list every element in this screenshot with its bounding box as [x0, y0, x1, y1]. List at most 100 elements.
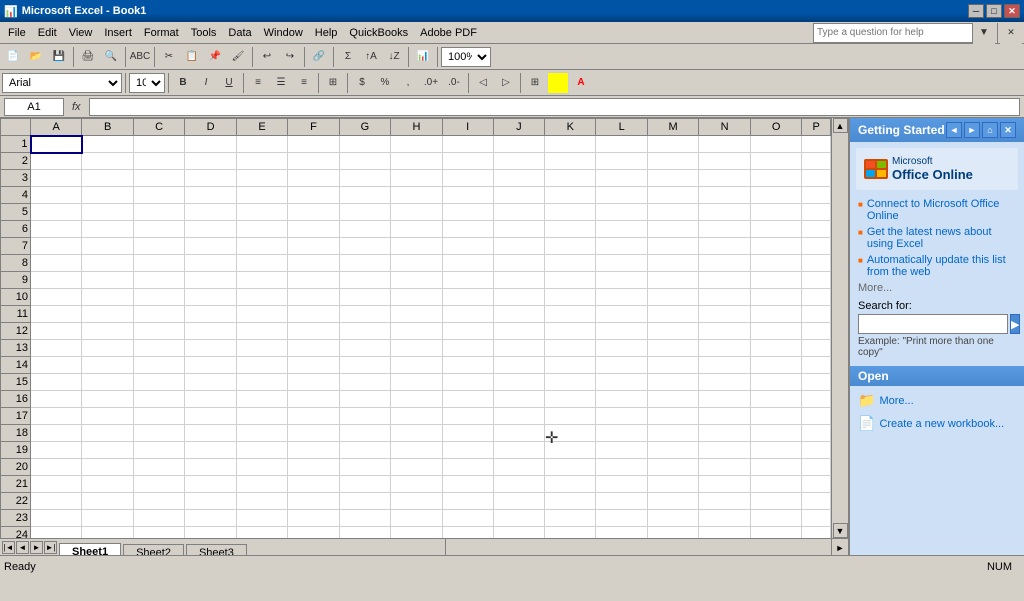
cell-I11[interactable]: [442, 306, 493, 323]
cell-E24[interactable]: [236, 527, 287, 539]
cell-O17[interactable]: [750, 408, 802, 425]
sheet-tab-2[interactable]: Sheet2: [123, 544, 184, 555]
cell-I14[interactable]: [442, 357, 493, 374]
cell-E12[interactable]: [236, 323, 287, 340]
cell-E6[interactable]: [236, 221, 287, 238]
cell-B7[interactable]: [82, 238, 133, 255]
cell-K1[interactable]: [545, 136, 596, 153]
cell-M9[interactable]: [647, 272, 699, 289]
cell-O15[interactable]: [750, 374, 802, 391]
cell-P15[interactable]: [802, 374, 831, 391]
sort-asc-btn[interactable]: ↑A: [360, 46, 382, 68]
col-header-C[interactable]: C: [133, 119, 184, 136]
cut-btn[interactable]: ✂: [158, 46, 180, 68]
formula-input[interactable]: [89, 98, 1020, 116]
cell-L3[interactable]: [596, 170, 647, 187]
cell-J22[interactable]: [493, 493, 544, 510]
cell-B10[interactable]: [82, 289, 133, 306]
cell-H21[interactable]: [391, 476, 442, 493]
cell-N1[interactable]: [699, 136, 750, 153]
cell-N22[interactable]: [699, 493, 750, 510]
cell-A23[interactable]: [31, 510, 82, 527]
cell-A6[interactable]: [31, 221, 82, 238]
cell-O14[interactable]: [750, 357, 802, 374]
cell-H24[interactable]: [391, 527, 442, 539]
cell-D17[interactable]: [185, 408, 236, 425]
cell-K7[interactable]: [545, 238, 596, 255]
cell-C24[interactable]: [133, 527, 184, 539]
cell-N2[interactable]: [699, 153, 750, 170]
cell-I8[interactable]: [442, 255, 493, 272]
cell-K20[interactable]: [545, 459, 596, 476]
cell-G2[interactable]: [339, 153, 391, 170]
sort-desc-btn[interactable]: ↓Z: [383, 46, 405, 68]
cell-N9[interactable]: [699, 272, 750, 289]
col-header-F[interactable]: F: [288, 119, 339, 136]
cell-O20[interactable]: [750, 459, 802, 476]
cell-M12[interactable]: [647, 323, 699, 340]
cell-E20[interactable]: [236, 459, 287, 476]
cell-B18[interactable]: [82, 425, 133, 442]
cell-P22[interactable]: [802, 493, 831, 510]
cell-reference-input[interactable]: [4, 98, 64, 116]
panel-link-2[interactable]: ■ Get the latest news about using Excel: [858, 226, 1016, 250]
currency-btn[interactable]: $: [351, 72, 373, 94]
panel-more-link[interactable]: More...: [850, 280, 1024, 296]
cell-H10[interactable]: [391, 289, 442, 306]
cell-B13[interactable]: [82, 340, 133, 357]
panel-back-btn[interactable]: ◄: [946, 122, 962, 138]
cell-G5[interactable]: [339, 204, 391, 221]
cell-K24[interactable]: [545, 527, 596, 539]
indent-increase-btn[interactable]: ▷: [495, 72, 517, 94]
cell-B5[interactable]: [82, 204, 133, 221]
tab-first-btn[interactable]: |◄: [2, 541, 15, 554]
cell-C9[interactable]: [133, 272, 184, 289]
cell-A9[interactable]: [31, 272, 82, 289]
cell-L14[interactable]: [596, 357, 647, 374]
spell-btn[interactable]: ABC: [129, 46, 151, 68]
cell-B9[interactable]: [82, 272, 133, 289]
cell-A16[interactable]: [31, 391, 82, 408]
cell-D15[interactable]: [185, 374, 236, 391]
cell-D12[interactable]: [185, 323, 236, 340]
row-header-9[interactable]: 9: [1, 272, 31, 289]
align-left-btn[interactable]: ≡: [247, 72, 269, 94]
cell-J24[interactable]: [493, 527, 544, 539]
cell-A12[interactable]: [31, 323, 82, 340]
cell-G19[interactable]: [339, 442, 391, 459]
print-preview-btn[interactable]: 🔍: [100, 46, 122, 68]
row-header-23[interactable]: 23: [1, 510, 31, 527]
cell-K21[interactable]: [545, 476, 596, 493]
cell-E16[interactable]: [236, 391, 287, 408]
cell-H6[interactable]: [391, 221, 442, 238]
cell-G8[interactable]: [339, 255, 391, 272]
cell-G11[interactable]: [339, 306, 391, 323]
cell-M10[interactable]: [647, 289, 699, 306]
cell-G6[interactable]: [339, 221, 391, 238]
cell-N4[interactable]: [699, 187, 750, 204]
row-header-10[interactable]: 10: [1, 289, 31, 306]
cell-A4[interactable]: [31, 187, 82, 204]
tab-next-btn[interactable]: ►: [30, 541, 43, 554]
panel-home-btn[interactable]: ⌂: [982, 122, 998, 138]
cell-G24[interactable]: [339, 527, 391, 539]
cell-P17[interactable]: [802, 408, 831, 425]
cell-O5[interactable]: [750, 204, 802, 221]
cell-J20[interactable]: [493, 459, 544, 476]
cell-L11[interactable]: [596, 306, 647, 323]
cell-B21[interactable]: [82, 476, 133, 493]
cell-D8[interactable]: [185, 255, 236, 272]
cell-E5[interactable]: [236, 204, 287, 221]
cell-O23[interactable]: [750, 510, 802, 527]
cell-H7[interactable]: [391, 238, 442, 255]
cell-P20[interactable]: [802, 459, 831, 476]
cell-M5[interactable]: [647, 204, 699, 221]
cell-B8[interactable]: [82, 255, 133, 272]
cell-D9[interactable]: [185, 272, 236, 289]
cell-K13[interactable]: [545, 340, 596, 357]
cell-F20[interactable]: [288, 459, 339, 476]
cell-H8[interactable]: [391, 255, 442, 272]
row-header-5[interactable]: 5: [1, 204, 31, 221]
cell-O9[interactable]: [750, 272, 802, 289]
cell-J18[interactable]: [493, 425, 544, 442]
